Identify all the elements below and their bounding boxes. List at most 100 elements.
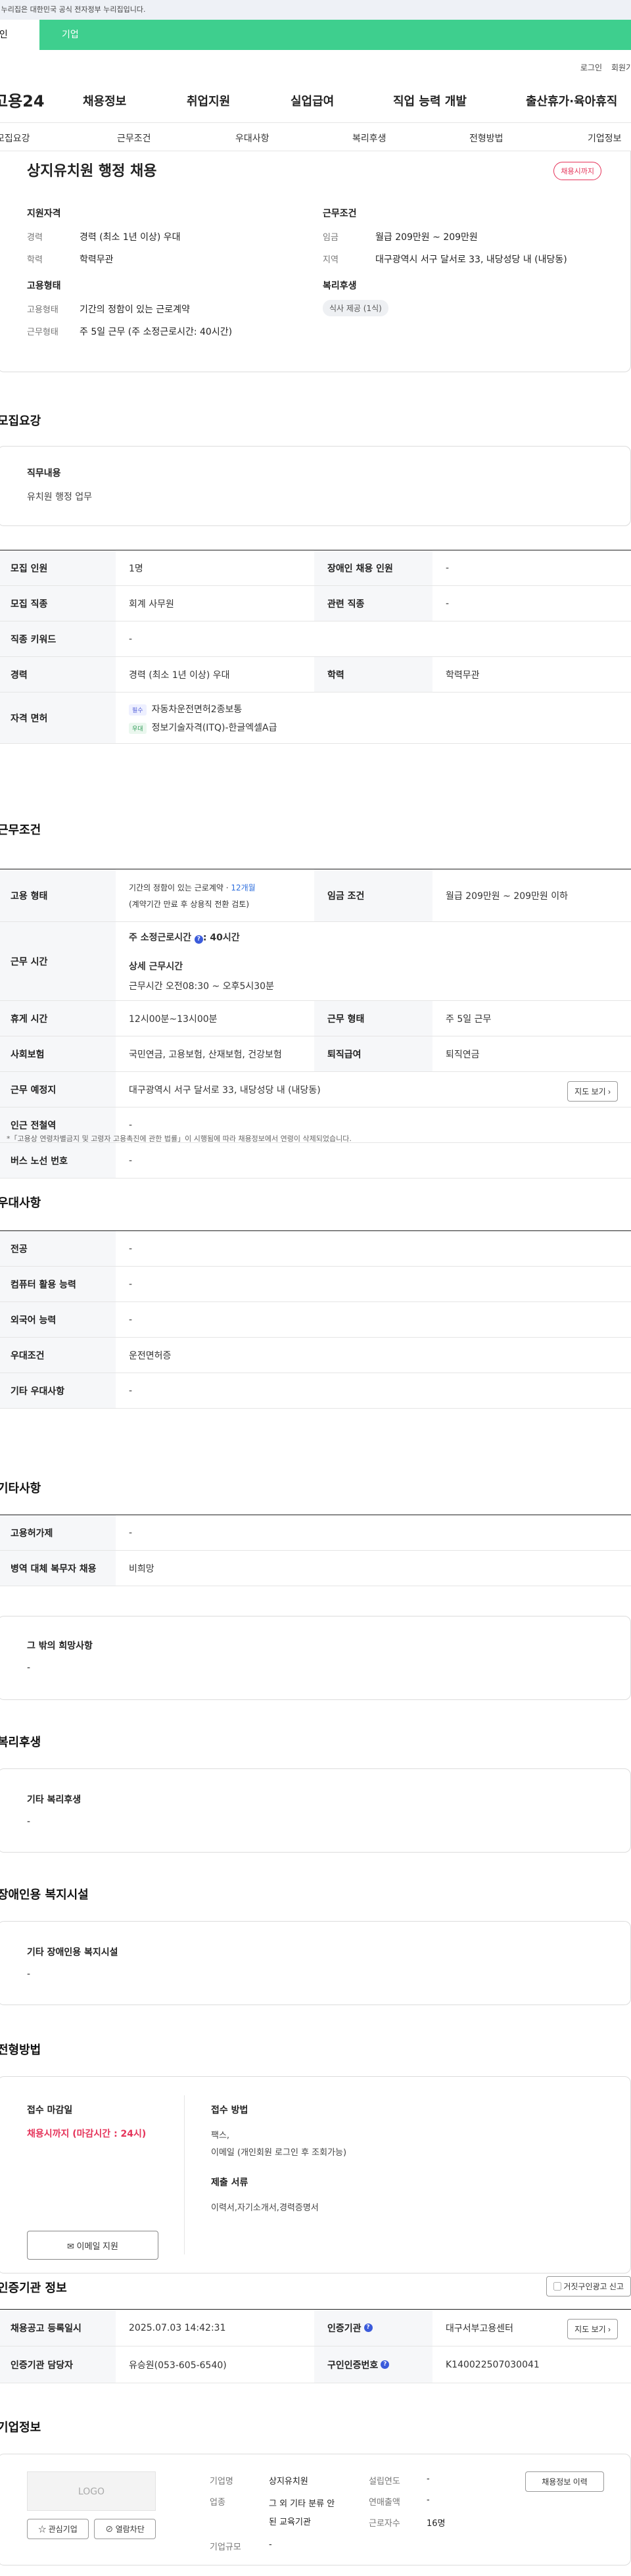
company-logo: LOGO (27, 2471, 156, 2511)
agency-map-button[interactable]: 지도 보기 › (567, 2319, 618, 2339)
emp-label: 고용형태 (27, 305, 58, 315)
row-value: 12시00분~13시00분 (129, 1013, 218, 1025)
row-header: 근무 시간 (0, 922, 116, 1000)
fake-ad-report-button[interactable]: ▢ 거짓구인광고 신고 (546, 2276, 631, 2297)
method-label: 접수 방법 (211, 2105, 248, 2116)
company-card: LOGO ☆ 관심기업 ⊘ 열람차단 기업명 상지유치원 업종 그 외 기타 분… (0, 2454, 631, 2565)
agency-table: 채용공고 등록일시 2025.07.03 14:42:31 인증기관 ? 대구서… (0, 2309, 631, 2383)
row-header: 모집 인원 (0, 550, 116, 585)
emp-type-value: 기간의 정함이 있는 근로계약 · (129, 883, 231, 892)
deadline-value: 채용시까지 (마감시간 : 24시) (27, 2129, 147, 2139)
qualification-title: 지원자격 (27, 208, 61, 219)
pref-title: 우대사항 (0, 1196, 41, 1210)
tab-recruit[interactable]: 모집요강 (0, 132, 30, 145)
gov-notice-text: 이 누리집은 대한민국 공식 전자정부 누리집입니다. (0, 5, 146, 14)
welfare-box-label: 기타 복리후생 (27, 1795, 82, 1805)
join-link[interactable]: 회원가입 (611, 62, 631, 73)
favorite-company-label: 관심기업 (48, 2525, 78, 2534)
row-value: - (129, 1278, 133, 1290)
site-logo-text: 고용24 (0, 92, 45, 110)
agency-map-label: 지도 보기 (574, 2325, 606, 2334)
favorite-company-button[interactable]: ☆ 관심기업 (27, 2519, 89, 2539)
gnb-menu-unemployment-benefit[interactable]: 실업급여 (291, 92, 334, 109)
license-name: 자동차운전면허2종보통 (151, 704, 243, 715)
founded-label: 설립연도 (369, 2477, 400, 2487)
row-header: 사회보험 (0, 1036, 116, 1071)
tab-business-label: 기업 (62, 30, 79, 40)
row-value: - (129, 1243, 133, 1254)
emp-value: 주 5일 근무 (주 소정근로시간: 40시간) (80, 327, 233, 337)
etc-title: 기타사항 (0, 1482, 41, 1495)
table-row: 모집 직종 회계 사무원 관련 직종 - (0, 586, 631, 621)
tab-work-conditions[interactable]: 근무조건 (117, 132, 151, 145)
divider (184, 2095, 185, 2254)
qual-label: 학력 (27, 255, 43, 265)
etc-extra-box: 그 밖의 희망사항 - (0, 1616, 631, 1700)
row-header: 채용공고 등록일시 (0, 2310, 116, 2346)
map-view-button[interactable]: 지도 보기 › (567, 1081, 618, 1102)
table-row: 근무 시간 주 소정근로시간 ?: 40시간 상세 근무시간 근무시간 오전08… (0, 922, 631, 1001)
gnb-menu-employment-support[interactable]: 취업지원 (187, 92, 230, 109)
cond-label: 지역 (323, 255, 339, 265)
row-value: 유승원(053-605-6540) (129, 2360, 227, 2371)
method-value-line2: 이메일 (개인회원 로그인 후 조회가능) (211, 2148, 347, 2158)
row-header: 자격 면허 (0, 693, 116, 743)
tab-company[interactable]: 기업정보 (588, 132, 622, 145)
row-header: 병역 대체 복무자 채용 (0, 1551, 116, 1586)
row-header: 고용 형태 (0, 869, 116, 921)
job-title: 상지유치원 행정 채용 (27, 163, 157, 180)
cond-value: 대구광역시 서구 달서로 33, 내당성당 내 (내당동) (375, 255, 567, 265)
lower-sections: *「고용상 연령차별금지 및 고령자 고용촉진에 관한 법률」이 시행됨에 따라… (0, 1134, 631, 2276)
gnb-menu-leave[interactable]: 출산휴가·육아휴직 (526, 92, 631, 109)
company-section: 기업정보 LOGO ☆ 관심기업 ⊘ 열람차단 기업명 상지유치원 업종 그 외… (0, 2405, 631, 2576)
row-header: 학력 (314, 657, 432, 692)
tab-business[interactable]: 기업 (39, 20, 131, 50)
gov-notice-bar: 이 누리집은 대한민국 공식 전자정부 누리집입니다. (0, 0, 631, 20)
job-history-label: 채용정보 이력 (542, 2477, 588, 2487)
hours-cell: 주 소정근로시간 ?: 40시간 상세 근무시간 근무시간 오전08:30 ~ … (129, 932, 274, 992)
welfare-chip: 식사 제공 (1식) (323, 300, 388, 316)
email-apply-label: 이메일 지원 (76, 2241, 118, 2251)
tab-personal[interactable]: 개인 (0, 20, 39, 50)
row-value: 대구광역시 서구 달서로 33, 내당성당 내 (내당동) (129, 1084, 321, 1096)
info-icon[interactable]: ? (194, 935, 203, 944)
row-header: 휴게 시간 (0, 1001, 116, 1036)
table-row: 외국어 능력 - (0, 1302, 631, 1338)
docs-label: 제출 서류 (211, 2177, 248, 2188)
table-row: 채용공고 등록일시 2025.07.03 14:42:31 인증기관 ? 대구서… (0, 2310, 631, 2346)
conditions-title: 근무조건 (323, 208, 357, 219)
docs-value: 이력서,자기소개서,경력증명서 (211, 2203, 319, 2213)
tab-preferences[interactable]: 우대사항 (235, 132, 269, 145)
license-list: 필수 자동차운전면허2종보통 우대 정보기술자격(ITQ)-한글엑셀A급 (116, 693, 631, 743)
section-tabs: 모집요강 근무조건 우대사항 복리후생 전형방법 기업정보 (0, 122, 631, 151)
welfare-box: 기타 복리후생 - (0, 1768, 631, 1853)
row-value: 경력 (최소 1년 이상) 우대 (129, 669, 230, 681)
document-icon: ▢ (553, 2282, 561, 2291)
login-link[interactable]: 로그인 (580, 62, 602, 73)
tab-welfare[interactable]: 복리후생 (352, 132, 386, 145)
block-view-button[interactable]: ⊘ 열람차단 (94, 2519, 156, 2539)
row-header: 경력 (0, 657, 116, 692)
table-row: 휴게 시간 12시00분~13시00분 근무 형태 주 5일 근무 (0, 1001, 631, 1036)
site-logo[interactable]: 고용24 (0, 88, 45, 111)
row-header: 임금 조건 (314, 869, 432, 921)
row-value: 주 5일 근무 (446, 1013, 492, 1025)
tab-selection[interactable]: 전형방법 (469, 132, 503, 145)
work-section: 고용 형태 기간의 정함이 있는 근로계약 · 12개월 (계약기간 만료 후 … (0, 869, 631, 1179)
info-icon[interactable]: ? (363, 2323, 373, 2332)
deadline-badge: 채용시까지 (553, 162, 601, 180)
pref-table: 전공 - 컴퓨터 활용 능력 - 외국어 능력 - 우대조건 운전면허증 기타 우대사항… (0, 1230, 631, 1409)
email-apply-button[interactable]: ✉ 이메일 지원 (27, 2231, 158, 2260)
emp-type-months: 12개월 (231, 883, 256, 892)
job-history-button[interactable]: 채용정보 이력 (525, 2471, 604, 2492)
info-icon[interactable]: ? (381, 2360, 390, 2369)
table-row: 자격 면허 필수 자동차운전면허2종보통 우대 정보기술자격(ITQ)-한글엑셀A급 (0, 693, 631, 744)
gnb-menu-jobs[interactable]: 채용정보 (83, 92, 126, 109)
row-value: 학력무관 (446, 669, 480, 681)
row-header: 관련 직종 (314, 586, 432, 621)
sales-value: - (427, 2495, 430, 2505)
row-value: K140022507030041 (446, 2359, 540, 2370)
license-tag: 필수 (129, 704, 147, 716)
chevron-right-icon: › (608, 1087, 611, 1096)
gnb-menu-skill-development[interactable]: 직업 능력 개발 (393, 92, 467, 109)
